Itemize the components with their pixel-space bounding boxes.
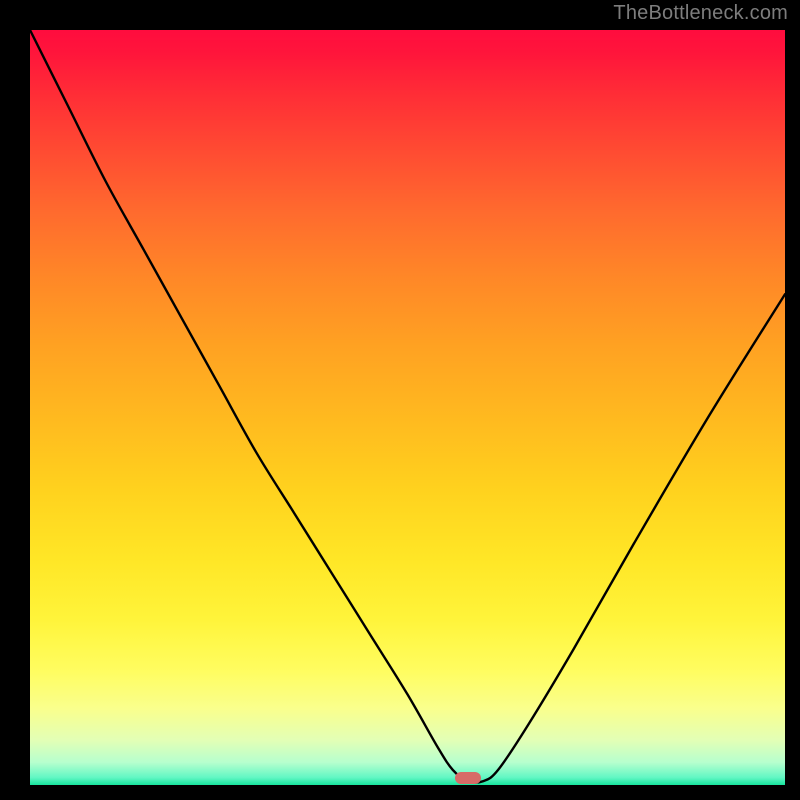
optimal-point-marker — [455, 772, 481, 784]
bottleneck-curve — [30, 30, 785, 785]
plot-area — [30, 30, 785, 785]
watermark-text: TheBottleneck.com — [613, 2, 788, 25]
chart-frame: TheBottleneck.com — [0, 0, 800, 800]
